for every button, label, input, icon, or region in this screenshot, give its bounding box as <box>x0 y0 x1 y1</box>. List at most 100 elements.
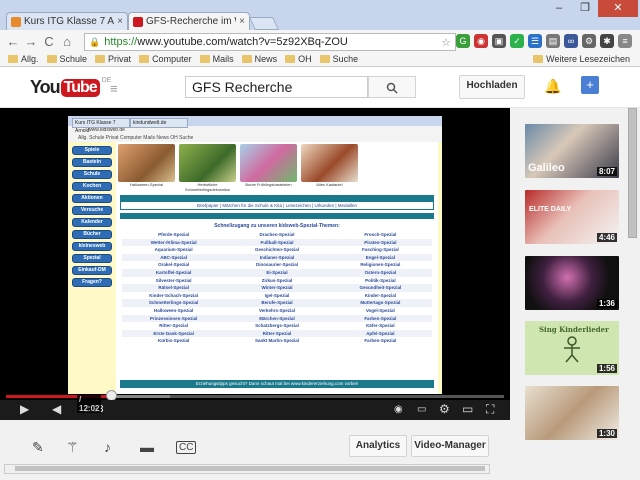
analytics-button[interactable]: Analytics <box>349 435 407 457</box>
tab-gfs-recherche[interactable]: GFS-Recherche im WWW × <box>128 12 250 30</box>
kidsweb-nav-item: Fragen? <box>72 278 112 287</box>
special-link: Farben-Spezial <box>328 314 432 323</box>
tab-close-icon[interactable]: × <box>239 16 245 27</box>
special-link: Halloween-Spezial <box>154 307 194 313</box>
extension-blue-icon[interactable]: ☰ <box>528 34 542 48</box>
hd-icon[interactable]: ▭ <box>417 404 426 415</box>
bookmark-folder-schule[interactable]: Schule <box>46 54 87 64</box>
thumbnail-label: Galileo <box>528 162 565 174</box>
related-videos: Galileo 8:07 ELITE DAILY 4:46 1:36 Sing … <box>516 118 624 443</box>
kidsweb-nav-item: Kochen <box>72 182 112 191</box>
captions-icon[interactable]: ◉ <box>394 404 403 415</box>
special-link: Indianer-Spezial <box>225 253 329 262</box>
bookmark-star-icon[interactable]: ☆ <box>441 36 451 49</box>
settings-icon[interactable]: ⚙ <box>439 402 450 416</box>
special-link: Ei-Spezial <box>225 268 329 277</box>
special-link: Schatzbergs-Spezial <box>255 323 299 329</box>
related-video-thumbnail[interactable]: 1:36 <box>525 256 619 310</box>
magic-wand-icon[interactable]: ⚚ <box>66 439 79 456</box>
search-icon <box>386 82 398 94</box>
scrollbar-thumb[interactable] <box>15 466 485 471</box>
vertical-scrollbar[interactable] <box>627 108 638 438</box>
video-manager-button[interactable]: Video-Manager <box>411 435 489 457</box>
special-link: Schmetterlings-Spezial <box>122 299 226 307</box>
related-video-thumbnail[interactable]: Sing Kinderlieder 1:56 <box>525 321 619 375</box>
youtube-logo[interactable]: You Tube DE <box>30 77 111 98</box>
forward-icon[interactable]: → <box>22 34 40 49</box>
search-button[interactable] <box>368 76 416 98</box>
menu-icon[interactable]: ≡ <box>618 34 632 48</box>
maximize-button[interactable]: ❐ <box>572 0 598 17</box>
extension-red-icon[interactable]: ◉ <box>474 34 488 48</box>
tab-close-icon[interactable]: × <box>117 16 123 27</box>
tab-kurs-itg[interactable]: Kurs ITG Klasse 7 Arnold × <box>6 12 128 30</box>
special-link: Ritter-Spezial <box>159 323 189 329</box>
video-player[interactable]: Kurs ITG Klasse 7 Arnold kindundwelt.de … <box>0 108 510 420</box>
tab-title: Kurs ITG Klasse 7 Arnold <box>24 16 115 27</box>
scrollbar-thumb[interactable] <box>628 108 637 238</box>
bookmark-folder-computer[interactable]: Computer <box>139 54 192 64</box>
extension-link-icon[interactable]: ∞ <box>564 34 578 48</box>
special-link: Zirkus-Spezial <box>261 277 293 283</box>
bookmark-folder-suche[interactable]: Suche <box>319 54 358 64</box>
home-icon[interactable]: ⌂ <box>58 34 76 49</box>
related-video-thumbnail[interactable]: 1:30 <box>525 386 619 440</box>
special-link: Farben-Spezial <box>364 338 397 344</box>
related-video-thumbnail[interactable]: ELITE DAILY 4:46 <box>525 190 619 244</box>
guide-menu-icon[interactable]: ≡ <box>110 81 118 96</box>
player-controls: ▶ ◀ 2:33 / 12:02 ◉ ▭ ⚙ ▭ ⛶ <box>0 395 510 420</box>
bookmark-folder-news[interactable]: News <box>241 54 277 64</box>
folder-icon <box>285 55 296 63</box>
kidsweb-banner: Briefpapier | Märchen für die Schule & K… <box>120 201 434 210</box>
folder-icon <box>199 55 210 63</box>
stick-figure-icon <box>564 336 580 363</box>
bookmark-folder-mails[interactable]: Mails <box>199 54 234 64</box>
extension-dark-icon[interactable]: ▣ <box>492 34 506 48</box>
back-icon[interactable]: ← <box>4 34 22 49</box>
notifications-bell-icon[interactable]: 🔔 <box>544 78 561 95</box>
upload-button[interactable]: Hochladen <box>459 75 525 99</box>
volume-icon[interactable]: ◀ <box>52 402 61 416</box>
special-link: Erste Dank-Spezial <box>122 329 226 338</box>
kidsweb-nav-item: Spezial <box>72 254 112 263</box>
pencil-edit-icon[interactable]: ✎ <box>32 439 44 456</box>
minimize-button[interactable]: – <box>546 0 572 17</box>
extension-puzzle-icon[interactable]: ✱ <box>600 34 614 48</box>
address-bar[interactable]: 🔒 https:// www.youtube.com/watch?v=5z92X… <box>84 33 456 51</box>
close-window-button[interactable]: ✕ <box>598 0 638 17</box>
extension-green-icon[interactable]: G <box>456 34 470 48</box>
settings-gear-icon[interactable]: ⚙ <box>582 34 596 48</box>
search-input[interactable]: GFS Recherche <box>185 76 368 98</box>
special-link: Geschichten-Spezial <box>254 247 299 253</box>
bookmark-folder-weitere[interactable]: Weitere Lesezeichen <box>533 54 630 64</box>
bookmark-folder-oh[interactable]: OH <box>285 54 312 64</box>
specials-headline: Schnellzugang zu unseren kidsweb-Spezial… <box>214 223 340 229</box>
kidsweb-nav-item: Kalender <box>72 218 112 227</box>
kidsweb-nav-item: Bücher <box>72 230 112 239</box>
new-tab-button[interactable] <box>248 17 280 30</box>
extension-grey-icon[interactable]: ▤ <box>546 34 560 48</box>
specials-grid: Pferde-Spezial Drachen-Spezial Frosch-Spez… <box>122 231 432 345</box>
bookmark-folder-allg[interactable]: Allg. <box>8 54 39 64</box>
special-link: Märchen-Spezial <box>225 314 329 323</box>
spring-crafts-image <box>240 144 297 182</box>
chestnut-image <box>301 144 358 182</box>
embedded-tab: Kurs ITG Klasse 7 Arnold <box>72 118 130 134</box>
image-caption: Herbstliche Schmetterlingsdekoration <box>184 182 231 192</box>
folder-icon <box>241 55 252 63</box>
reload-icon[interactable]: C <box>40 34 58 49</box>
bookmark-folder-privat[interactable]: Privat <box>95 54 131 64</box>
subtitles-icon[interactable]: CC <box>176 441 197 454</box>
music-note-icon[interactable]: ♪ <box>104 439 111 455</box>
annotations-icon[interactable]: ▬ <box>140 439 154 455</box>
moodle-favicon-icon <box>11 16 21 27</box>
related-video-thumbnail[interactable]: Galileo 8:07 <box>525 124 619 178</box>
extension-evernote-icon[interactable]: ✓ <box>510 34 524 48</box>
play-icon[interactable]: ▶ <box>20 402 29 416</box>
horizontal-scrollbar[interactable] <box>4 464 490 474</box>
special-link: Politik-Spezial <box>365 277 396 283</box>
url-text: www.youtube.com/watch?v=5z92XBq-ZOU <box>137 36 348 48</box>
theater-icon[interactable]: ▭ <box>462 402 473 416</box>
fullscreen-icon[interactable]: ⛶ <box>486 402 494 417</box>
avatar[interactable]: + <box>581 76 599 94</box>
